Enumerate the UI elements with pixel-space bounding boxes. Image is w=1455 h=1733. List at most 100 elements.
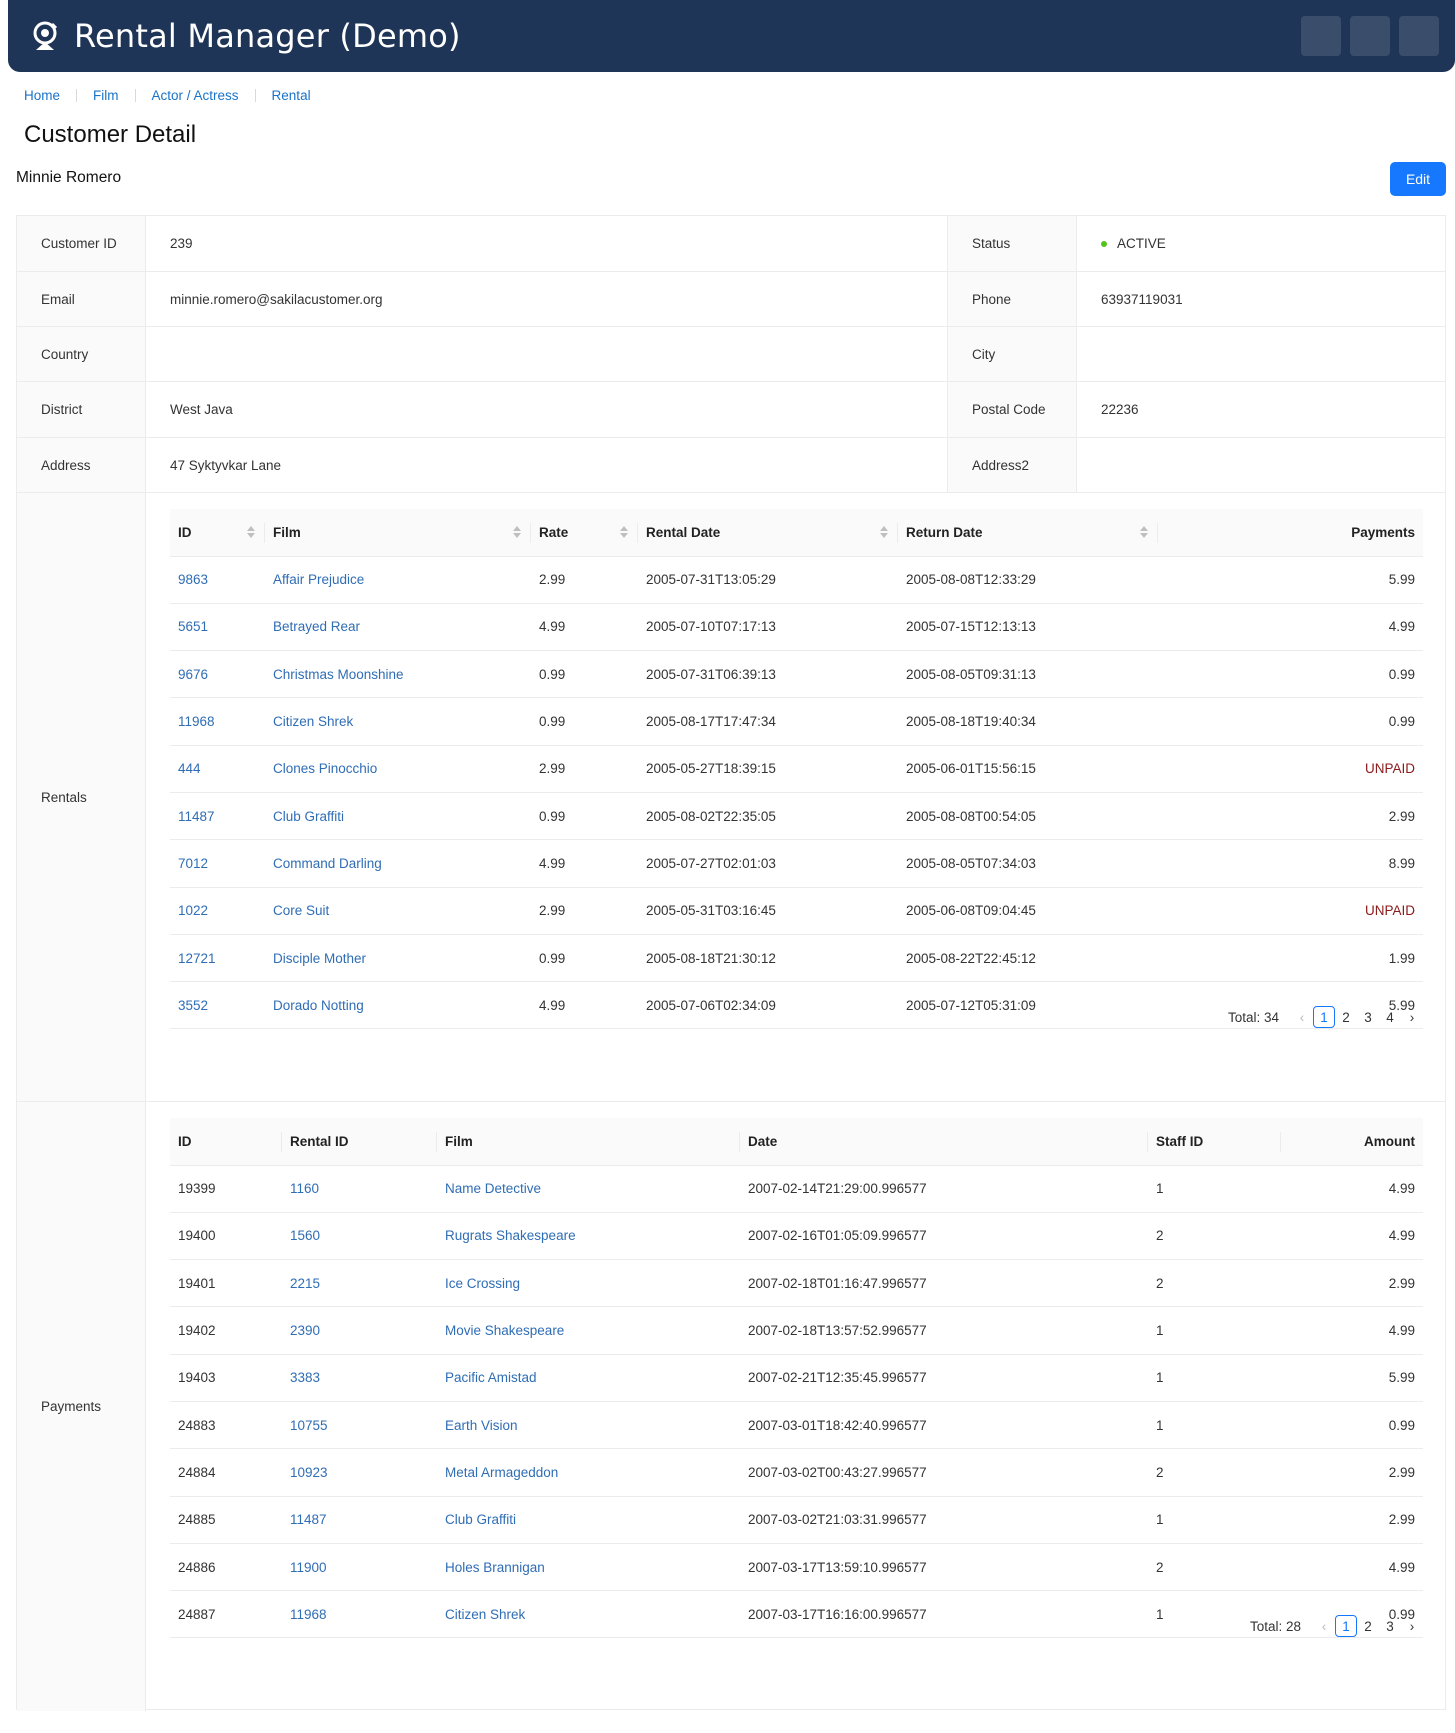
header-action-button-3[interactable] <box>1399 16 1439 56</box>
table-cell[interactable]: 444 <box>170 745 265 793</box>
table-row: 19402 2390 Movie Shakespeare 2007-02-18T13:… <box>170 1306 1423 1355</box>
table-cell: 2007-03-02T00:43:27.996577 <box>740 1448 1148 1497</box>
detail-label: Phone <box>948 272 1077 326</box>
table-cell[interactable]: Movie Shakespeare <box>437 1306 740 1355</box>
table-cell: 4.99 <box>1281 1212 1423 1261</box>
table-cell[interactable]: Citizen Shrek <box>265 697 531 746</box>
detail-value: 239 <box>146 216 948 271</box>
next-page-icon[interactable]: › <box>1401 1619 1423 1634</box>
sort-icon <box>620 526 628 538</box>
breadcrumb: Home Film Actor / Actress Rental <box>24 88 311 103</box>
col-header-id[interactable]: ID <box>170 509 265 557</box>
table-cell[interactable]: Club Graffiti <box>437 1496 740 1544</box>
table-cell: 0.99 <box>1158 650 1423 699</box>
table-cell: 2.99 <box>531 556 638 604</box>
table-cell[interactable]: 1560 <box>282 1212 437 1261</box>
page-4[interactable]: 4 <box>1379 1006 1401 1028</box>
table-cell[interactable]: 11487 <box>282 1496 437 1544</box>
detail-row: Customer ID 239 Status ACTIVE <box>17 216 1445 272</box>
table-cell[interactable]: 2390 <box>282 1306 437 1355</box>
table-cell[interactable]: 1022 <box>170 887 265 935</box>
col-header-amount: Amount <box>1281 1118 1423 1166</box>
table-cell[interactable]: Earth Vision <box>437 1401 740 1450</box>
edit-button[interactable]: Edit <box>1390 162 1446 196</box>
table-cell: 4.99 <box>531 981 638 1030</box>
table-cell: UNPAID <box>1158 745 1423 793</box>
table-cell[interactable]: 10923 <box>282 1448 437 1497</box>
detail-label: District <box>17 382 146 437</box>
table-cell[interactable]: 3383 <box>282 1354 437 1402</box>
table-cell[interactable]: Command Darling <box>265 839 531 888</box>
table-cell[interactable]: 12721 <box>170 934 265 983</box>
table-cell[interactable]: 11900 <box>282 1543 437 1592</box>
next-page-icon[interactable]: › <box>1401 1010 1423 1025</box>
detail-label: Email <box>17 272 146 326</box>
table-cell: 24884 <box>170 1448 282 1497</box>
rentals-label: Rentals <box>17 493 146 1101</box>
table-row: 24885 11487 Club Graffiti 2007-03-02T21:03:… <box>170 1496 1423 1544</box>
table-cell[interactable]: Affair Prejudice <box>265 556 531 604</box>
table-cell[interactable]: Metal Armageddon <box>437 1448 740 1497</box>
table-cell[interactable]: 10755 <box>282 1401 437 1450</box>
breadcrumb-actor[interactable]: Actor / Actress <box>152 88 239 103</box>
table-cell: 2 <box>1148 1543 1281 1592</box>
breadcrumb-rental[interactable]: Rental <box>272 88 311 103</box>
table-cell: 2005-08-17T17:47:34 <box>638 697 898 746</box>
table-cell[interactable]: 9676 <box>170 650 265 699</box>
detail-label: Address <box>17 438 146 492</box>
table-cell: 5.99 <box>1281 1354 1423 1402</box>
table-cell[interactable]: 11487 <box>170 792 265 841</box>
table-cell[interactable]: Clones Pinocchio <box>265 745 531 793</box>
table-cell[interactable]: 1160 <box>282 1165 437 1213</box>
table-cell[interactable]: Rugrats Shakespeare <box>437 1212 740 1261</box>
table-row: 24886 11900 Holes Brannigan 2007-03-17T13:5… <box>170 1543 1423 1592</box>
table-cell[interactable]: Betrayed Rear <box>265 603 531 652</box>
table-cell[interactable]: Citizen Shrek <box>437 1590 740 1639</box>
sort-icon <box>247 526 255 538</box>
table-cell[interactable]: Name Detective <box>437 1165 740 1213</box>
table-cell: 24883 <box>170 1401 282 1450</box>
table-cell: 2005-07-31T13:05:29 <box>638 556 898 604</box>
table-cell[interactable]: Ice Crossing <box>437 1259 740 1308</box>
table-cell[interactable]: Disciple Mother <box>265 934 531 983</box>
header-action-button-1[interactable] <box>1301 16 1341 56</box>
table-cell[interactable]: Holes Brannigan <box>437 1543 740 1592</box>
page-2[interactable]: 2 <box>1357 1615 1379 1637</box>
col-header-rental-date[interactable]: Rental Date <box>638 509 898 557</box>
header-action-button-2[interactable] <box>1350 16 1390 56</box>
detail-label: Customer ID <box>17 216 146 271</box>
table-cell[interactable]: Core Suit <box>265 887 531 935</box>
col-header-film[interactable]: Film <box>265 509 531 557</box>
table-cell[interactable]: Pacific Amistad <box>437 1354 740 1402</box>
table-cell: 2007-03-01T18:42:40.996577 <box>740 1401 1148 1450</box>
prev-page-icon[interactable]: ‹ <box>1313 1619 1335 1634</box>
detail-label: City <box>948 327 1077 381</box>
table-cell: 0.99 <box>531 792 638 841</box>
table-cell[interactable]: 9863 <box>170 556 265 604</box>
table-cell: 19403 <box>170 1354 282 1402</box>
table-cell: 2005-08-22T22:45:12 <box>898 934 1158 983</box>
customer-name: Minnie Romero <box>16 169 122 186</box>
page-3[interactable]: 3 <box>1379 1615 1401 1637</box>
page-1[interactable]: 1 <box>1313 1006 1335 1028</box>
col-header-rate[interactable]: Rate <box>531 509 638 557</box>
table-row: 12721 Disciple Mother 0.99 2005-08-18T21:30… <box>170 934 1423 983</box>
table-cell[interactable]: 7012 <box>170 839 265 888</box>
table-cell[interactable]: Club Graffiti <box>265 792 531 841</box>
table-cell[interactable]: 2215 <box>282 1259 437 1308</box>
page-3[interactable]: 3 <box>1357 1006 1379 1028</box>
col-header-return-date[interactable]: Return Date <box>898 509 1158 557</box>
breadcrumb-film[interactable]: Film <box>93 88 119 103</box>
page-2[interactable]: 2 <box>1335 1006 1357 1028</box>
prev-page-icon[interactable]: ‹ <box>1291 1010 1313 1025</box>
table-cell[interactable]: 5651 <box>170 603 265 652</box>
table-cell[interactable]: 11968 <box>170 697 265 746</box>
sort-icon <box>1140 526 1148 538</box>
table-cell[interactable]: 3552 <box>170 981 265 1030</box>
page-1[interactable]: 1 <box>1335 1615 1357 1637</box>
table-cell: 0.99 <box>531 650 638 699</box>
breadcrumb-home[interactable]: Home <box>24 88 60 103</box>
table-cell[interactable]: Christmas Moonshine <box>265 650 531 699</box>
table-cell[interactable]: 11968 <box>282 1590 437 1639</box>
table-cell[interactable]: Dorado Notting <box>265 981 531 1030</box>
